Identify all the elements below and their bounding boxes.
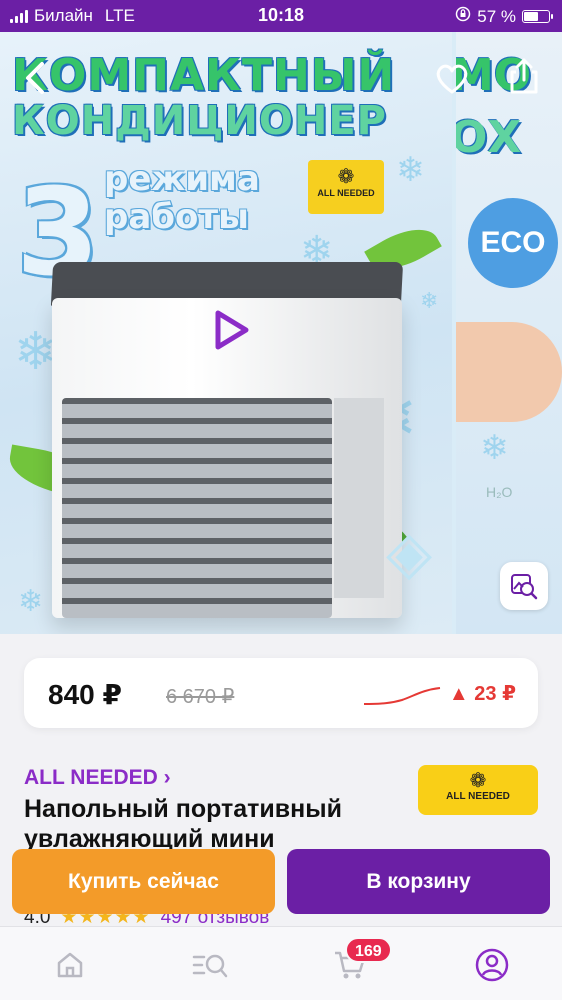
share-icon (510, 58, 538, 94)
battery-icon (522, 10, 553, 23)
tab-profile[interactable] (472, 945, 512, 985)
promo-modes-text: режима работы (104, 160, 260, 236)
eco-badge: ECO (468, 198, 558, 288)
add-to-cart-button[interactable]: В корзину (287, 849, 550, 914)
heart-icon (436, 64, 468, 94)
favorite-button[interactable] (428, 54, 476, 102)
status-right: 57 % (455, 6, 553, 27)
catalog-search-icon (192, 954, 228, 978)
play-video-button[interactable] (208, 308, 252, 352)
next-slide-title-line2: ОХ (456, 112, 522, 163)
brand-flower-icon: ❁ (469, 770, 487, 792)
chevron-left-icon (26, 62, 44, 94)
status-bar: Билайн LTE 10:18 57 % (0, 0, 562, 32)
cart-count-badge: 169 (345, 937, 392, 963)
price-trend-sparkline (363, 687, 441, 705)
image-search-button[interactable] (500, 562, 548, 610)
buy-now-button[interactable]: Купить сейчас (12, 849, 275, 914)
play-icon (215, 310, 249, 350)
brand-sticker: ❁ ALL NEEDED (308, 160, 384, 214)
snowflake-icon: ❄ (420, 288, 439, 313)
image-search-icon (511, 574, 538, 600)
snowflake-icon: ❄ (18, 585, 44, 618)
share-button[interactable] (500, 52, 548, 100)
battery-percent: 57 % (477, 6, 516, 26)
hand-image (456, 322, 562, 422)
snowflake-icon: ❄ (480, 429, 509, 467)
price-change: ▲ 23 ₽ (448, 683, 516, 705)
promo-headline-line1: КОМПАКТНЫЙ (12, 50, 396, 101)
brand-link[interactable]: ALL NEEDED › (24, 766, 171, 790)
home-icon (57, 952, 83, 978)
product-title: Напольный портативный увлажняющий мини (24, 795, 342, 853)
product-gallery[interactable]: КОМПАКТНЫЙ КОНДИЦИОНЕР 3 режима работы ❁… (0, 32, 562, 634)
brand-badge[interactable]: ❁ ALL NEEDED (418, 765, 538, 815)
profile-icon (475, 948, 509, 982)
promo-headline-line2: КОНДИЦИОНЕР (12, 98, 387, 144)
tab-home[interactable] (50, 945, 90, 985)
promo-modes-line2: работы (104, 197, 249, 237)
gallery-slide-next[interactable]: МО ОХ ECO ❄ H₂O (456, 32, 562, 634)
snowflake-icon: ❄ (396, 151, 425, 189)
ice-cube-icon: ◈ (386, 519, 433, 586)
rotation-lock-icon (455, 6, 471, 27)
brand-sticker-label: ALL NEEDED (317, 188, 375, 198)
h2o-label: H₂O (486, 484, 513, 500)
brand-badge-label: ALL NEEDED (446, 791, 510, 802)
current-price: 840 ₽ (48, 679, 122, 710)
bottom-tab-bar: 169 (0, 926, 562, 1000)
product-screen: Билайн LTE 10:18 57 % КОМПАКТНЫЙ КОНДИЦИ… (0, 0, 562, 1000)
back-button[interactable] (16, 54, 64, 102)
old-price: 6 670 ₽ (166, 686, 235, 708)
promo-modes-line1: режима (104, 159, 260, 199)
gallery-slide-main[interactable]: КОМПАКТНЫЙ КОНДИЦИОНЕР 3 режима работы ❁… (0, 32, 452, 634)
tab-catalog-search[interactable] (190, 945, 230, 985)
price-card[interactable]: 840 ₽ 6 670 ₽ ▲ 23 ₽ (24, 658, 538, 728)
brand-flower-icon: ❁ (337, 166, 355, 188)
